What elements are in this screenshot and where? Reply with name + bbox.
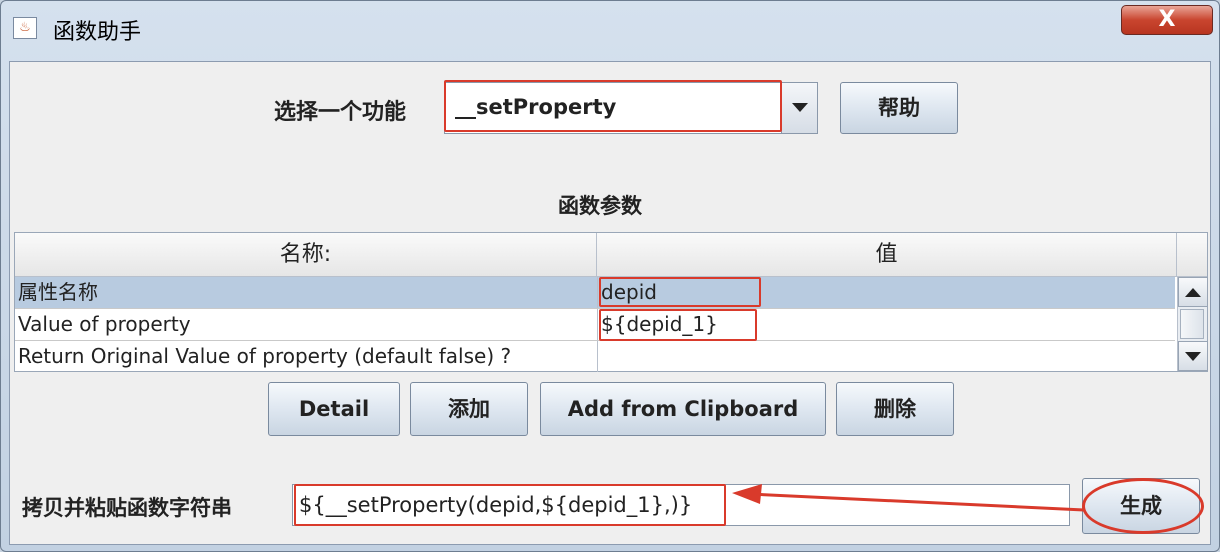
annotation-arrow-icon — [732, 484, 1085, 512]
function-helper-window: ♨ 函数助手 X 选择一个功能 __setProperty 帮助 函数参数 名称… — [0, 0, 1220, 552]
dialog-content: 选择一个功能 __setProperty 帮助 函数参数 名称: 值 属性名称 … — [9, 61, 1211, 545]
java-icon: ♨ — [13, 17, 37, 39]
title-bar[interactable]: ♨ 函数助手 X — [1, 1, 1219, 53]
window-title: 函数助手 — [53, 20, 142, 45]
close-button[interactable]: X — [1121, 5, 1213, 35]
